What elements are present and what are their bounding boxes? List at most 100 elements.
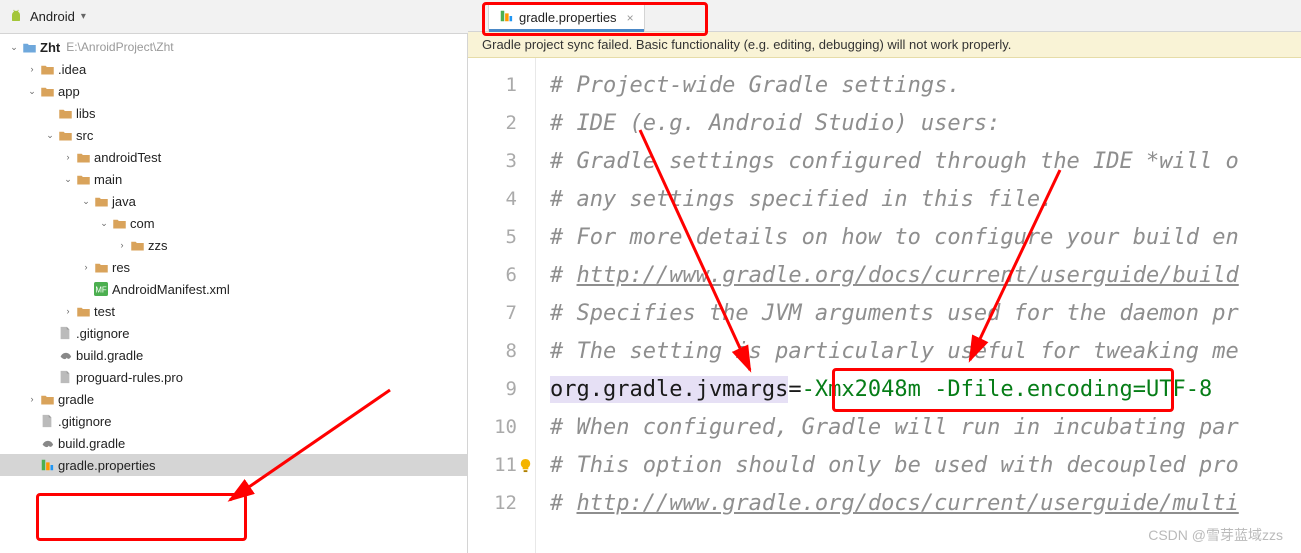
folder-icon: [74, 173, 92, 186]
tree-item-label: zzs: [146, 238, 168, 253]
code-line[interactable]: # For more details on how to configure y…: [536, 218, 1301, 256]
gutter: 123456789101112: [468, 58, 536, 553]
file-icon: [56, 370, 74, 384]
comment-link[interactable]: http://www.gradle.org/docs/current/userg…: [577, 491, 1239, 516]
folder-icon: [92, 195, 110, 208]
code-line[interactable]: # Gradle settings configured through the…: [536, 142, 1301, 180]
folder-icon: [128, 239, 146, 252]
gutter-line: 7: [468, 294, 535, 332]
tree-item-label: gradle.properties: [56, 458, 156, 473]
gutter-line: 5: [468, 218, 535, 256]
intention-bulb-icon[interactable]: [518, 456, 533, 471]
file-icon: [38, 414, 56, 428]
property-value: -Xmx2048m -Dfile.encoding=UTF-8: [802, 377, 1213, 402]
tree-item-label: java: [110, 194, 136, 209]
tree-item-label: build.gradle: [74, 348, 143, 363]
folder-icon: [110, 217, 128, 230]
close-icon[interactable]: ×: [623, 11, 634, 25]
folder-icon: [74, 305, 92, 318]
gutter-line: 11: [468, 446, 535, 484]
gutter-line: 12: [468, 484, 535, 522]
tree-item-label: gradle: [56, 392, 94, 407]
gradle-icon: [38, 436, 56, 450]
tree-item[interactable]: proguard-rules.pro: [0, 366, 467, 388]
editor-tab[interactable]: gradle.properties ×: [488, 3, 645, 31]
tree-item-label: main: [92, 172, 122, 187]
tree-item[interactable]: MFAndroidManifest.xml: [0, 278, 467, 300]
tree-item[interactable]: ›gradle: [0, 388, 467, 410]
code-line[interactable]: # http://www.gradle.org/docs/current/use…: [536, 484, 1301, 522]
tree-item-label: .gitignore: [56, 414, 111, 429]
code-area[interactable]: # Project-wide Gradle settings.# IDE (e.…: [536, 58, 1301, 553]
folder-icon: [74, 151, 92, 164]
tab-active-indicator: [489, 29, 644, 32]
tree-item[interactable]: ⌄src: [0, 124, 467, 146]
tree-item-label: com: [128, 216, 155, 231]
gradle-icon: [56, 348, 74, 362]
tree-item[interactable]: ›zzs: [0, 234, 467, 256]
root-name: Zht: [38, 40, 60, 55]
project-tree-panel: ⌄ Zht E:\AnroidProject\Zht ›.idea⌄applib…: [0, 34, 468, 553]
tree-root[interactable]: ⌄ Zht E:\AnroidProject\Zht: [0, 36, 467, 58]
code-line[interactable]: # IDE (e.g. Android Studio) users:: [536, 104, 1301, 142]
tree-item[interactable]: ⌄com: [0, 212, 467, 234]
tree-item[interactable]: .gitignore: [0, 322, 467, 344]
tree-item[interactable]: gradle.properties: [0, 454, 467, 476]
code-line[interactable]: # When configured, Gradle will run in in…: [536, 408, 1301, 446]
tree-item[interactable]: .gitignore: [0, 410, 467, 432]
tab-bar: gradle.properties ×: [468, 0, 1301, 32]
code-line[interactable]: org.gradle.jvmargs=-Xmx2048m -Dfile.enco…: [536, 370, 1301, 408]
tree-item[interactable]: libs: [0, 102, 467, 124]
comment-link[interactable]: http://www.gradle.org/docs/current/userg…: [577, 263, 1239, 288]
code-line[interactable]: # any settings specified in this file.: [536, 180, 1301, 218]
gutter-line: 4: [468, 180, 535, 218]
tree-item[interactable]: ›test: [0, 300, 467, 322]
sync-warning-bar: Gradle project sync failed. Basic functi…: [468, 32, 1301, 58]
code-line[interactable]: # The setting is particularly useful for…: [536, 332, 1301, 370]
tree-item-label: test: [92, 304, 115, 319]
gutter-line: 10: [468, 408, 535, 446]
property-key: org.gradle.jvmargs: [550, 376, 788, 403]
folder-icon: [38, 393, 56, 406]
folder-icon: [56, 129, 74, 142]
tree-item[interactable]: build.gradle: [0, 432, 467, 454]
gutter-line: 8: [468, 332, 535, 370]
tree-item-label: .gitignore: [74, 326, 129, 341]
code-line[interactable]: # http://www.gradle.org/docs/current/use…: [536, 256, 1301, 294]
tree-item[interactable]: ›res: [0, 256, 467, 278]
chevron-down-icon[interactable]: ▾: [81, 11, 86, 22]
gutter-line: 9: [468, 370, 535, 408]
tree-item[interactable]: ⌄app: [0, 80, 467, 102]
code-line[interactable]: # Project-wide Gradle settings.: [536, 66, 1301, 104]
editor-panel: gradle.properties × Gradle project sync …: [468, 0, 1301, 553]
project-tree[interactable]: ⌄ Zht E:\AnroidProject\Zht ›.idea⌄applib…: [0, 34, 467, 478]
tree-item[interactable]: build.gradle: [0, 344, 467, 366]
tree-item-label: res: [110, 260, 130, 275]
gutter-line: 1: [468, 66, 535, 104]
props-icon: [499, 9, 513, 26]
editor-area[interactable]: 123456789101112 # Project-wide Gradle se…: [468, 58, 1301, 553]
code-line[interactable]: # Specifies the JVM arguments used for t…: [536, 294, 1301, 332]
gutter-line: 3: [468, 142, 535, 180]
folder-icon: [38, 63, 56, 76]
view-selector-label[interactable]: Android: [30, 9, 75, 24]
tree-item-label: .idea: [56, 62, 86, 77]
code-line[interactable]: # This option should only be used with d…: [536, 446, 1301, 484]
svg-text:MF: MF: [95, 286, 107, 295]
tree-item[interactable]: ›.idea: [0, 58, 467, 80]
folder-icon: [38, 85, 56, 98]
folder-icon: [56, 107, 74, 120]
tree-item-label: src: [74, 128, 93, 143]
tree-item[interactable]: ⌄main: [0, 168, 467, 190]
warning-text: Gradle project sync failed. Basic functi…: [482, 37, 1011, 52]
tree-item-label: build.gradle: [56, 436, 125, 451]
gutter-line: 2: [468, 104, 535, 142]
props-icon: [38, 458, 56, 472]
manifest-icon: MF: [92, 282, 110, 296]
folder-icon: [92, 261, 110, 274]
tree-item-label: androidTest: [92, 150, 161, 165]
tree-item[interactable]: ⌄java: [0, 190, 467, 212]
tree-item-label: app: [56, 84, 80, 99]
tree-item[interactable]: ›androidTest: [0, 146, 467, 168]
root-path: E:\AnroidProject\Zht: [60, 40, 173, 54]
